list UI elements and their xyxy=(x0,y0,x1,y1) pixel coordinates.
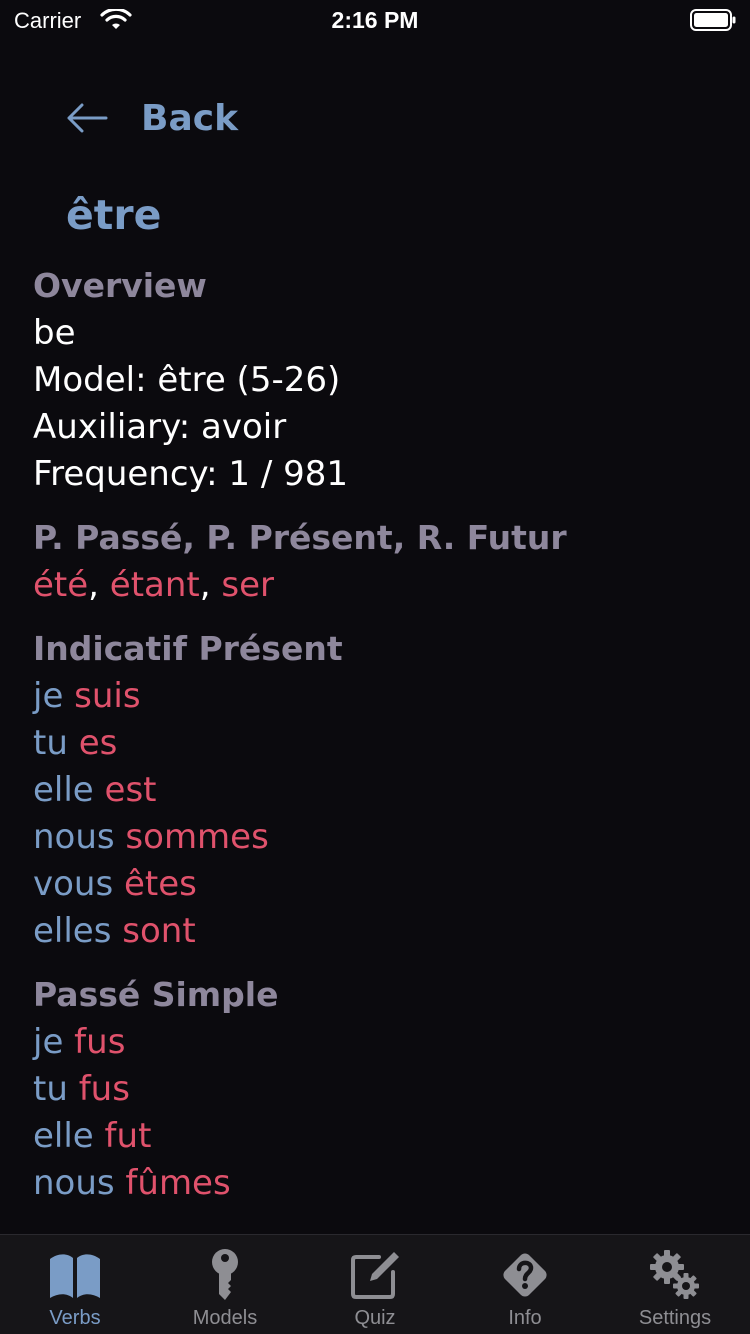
book-icon xyxy=(50,1254,100,1298)
meaning-text: be xyxy=(33,313,76,353)
tab-info[interactable]: Info xyxy=(450,1235,600,1334)
pronoun: tu xyxy=(33,723,79,763)
conjugated-form: fut xyxy=(104,1116,152,1156)
participles-line: été, étant, ser xyxy=(33,562,723,609)
edit-icon xyxy=(351,1252,399,1299)
conjugation-row: elle fut xyxy=(33,1113,723,1160)
key-icon xyxy=(212,1249,238,1300)
conjugated-form: sommes xyxy=(125,817,269,857)
radical-futur: ser xyxy=(221,565,275,605)
indicatif-present-title: Indicatif Présent xyxy=(33,629,343,668)
tab-bar: Verbs Models Quiz Info Settings xyxy=(0,1234,750,1334)
conjugated-form: fus xyxy=(78,1069,130,1109)
back-label: Back xyxy=(141,97,239,139)
frequency-text: Frequency: 1 / 981 xyxy=(33,454,349,494)
pronoun: tu xyxy=(33,1069,79,1109)
gears-icon xyxy=(650,1250,699,1299)
separator: , xyxy=(199,565,222,605)
battery-icon xyxy=(690,9,736,31)
separator: , xyxy=(88,565,110,605)
model-text: Model: être (5-26) xyxy=(33,360,341,400)
arrow-left-icon xyxy=(67,103,108,133)
status-time: 2:16 PM xyxy=(331,7,419,33)
participe-passe: été xyxy=(33,565,89,605)
tab-label: Quiz xyxy=(354,1307,396,1329)
tab-label: Settings xyxy=(638,1307,712,1329)
pronoun: elles xyxy=(33,911,123,951)
conjugation-row: tu fus xyxy=(33,1066,723,1113)
verb-detail-screen: Carrier 2:16 PM Back être Overview be Mo… xyxy=(0,0,750,1334)
passe-simple-title: Passé Simple xyxy=(33,975,279,1014)
conjugation-row: vous êtes xyxy=(33,861,723,908)
page-title: être xyxy=(66,191,162,239)
conjugated-form: es xyxy=(78,723,118,763)
pronoun: nous xyxy=(33,1163,126,1203)
auxiliary-text: Auxiliary: avoir xyxy=(33,407,287,447)
pronoun: je xyxy=(33,676,75,716)
tab-models[interactable]: Models xyxy=(150,1235,300,1334)
conjugation-row: elle est xyxy=(33,767,723,814)
participe-present: étant xyxy=(109,565,200,605)
status-bar: Carrier 2:16 PM xyxy=(0,0,750,40)
conjugation-row: nous fûmes xyxy=(33,1160,723,1207)
overview-title: Overview xyxy=(33,266,207,305)
conjugation-row: nous sommes xyxy=(33,814,723,861)
pronoun: je xyxy=(33,1022,75,1062)
pronoun: vous xyxy=(33,864,124,904)
conjugated-form: fûmes xyxy=(125,1163,231,1203)
participles-title: P. Passé, P. Présent, R. Futur xyxy=(33,518,567,557)
conjugation-row: elles sont xyxy=(33,908,723,955)
back-button[interactable]: Back xyxy=(66,96,238,140)
tab-label: Info xyxy=(508,1307,542,1329)
conjugated-form: est xyxy=(104,770,157,810)
tab-label: Models xyxy=(192,1307,258,1329)
tab-settings[interactable]: Settings xyxy=(600,1235,750,1334)
pronoun: nous xyxy=(33,817,126,857)
tab-label: Verbs xyxy=(49,1307,101,1329)
question-icon xyxy=(503,1253,547,1297)
conjugated-form: sont xyxy=(122,911,196,951)
pronoun: elle xyxy=(33,770,105,810)
verb-content: Overview be Model: être (5-26) Auxiliary… xyxy=(33,262,723,1207)
tab-verbs[interactable]: Verbs xyxy=(0,1235,150,1334)
conjugated-form: suis xyxy=(74,676,141,716)
conjugation-row: je suis xyxy=(33,673,723,720)
conjugation-row: je fus xyxy=(33,1019,723,1066)
conjugation-row: tu es xyxy=(33,720,723,767)
conjugated-form: fus xyxy=(74,1022,126,1062)
pronoun: elle xyxy=(33,1116,105,1156)
tab-quiz[interactable]: Quiz xyxy=(300,1235,450,1334)
conjugated-form: êtes xyxy=(124,864,197,904)
